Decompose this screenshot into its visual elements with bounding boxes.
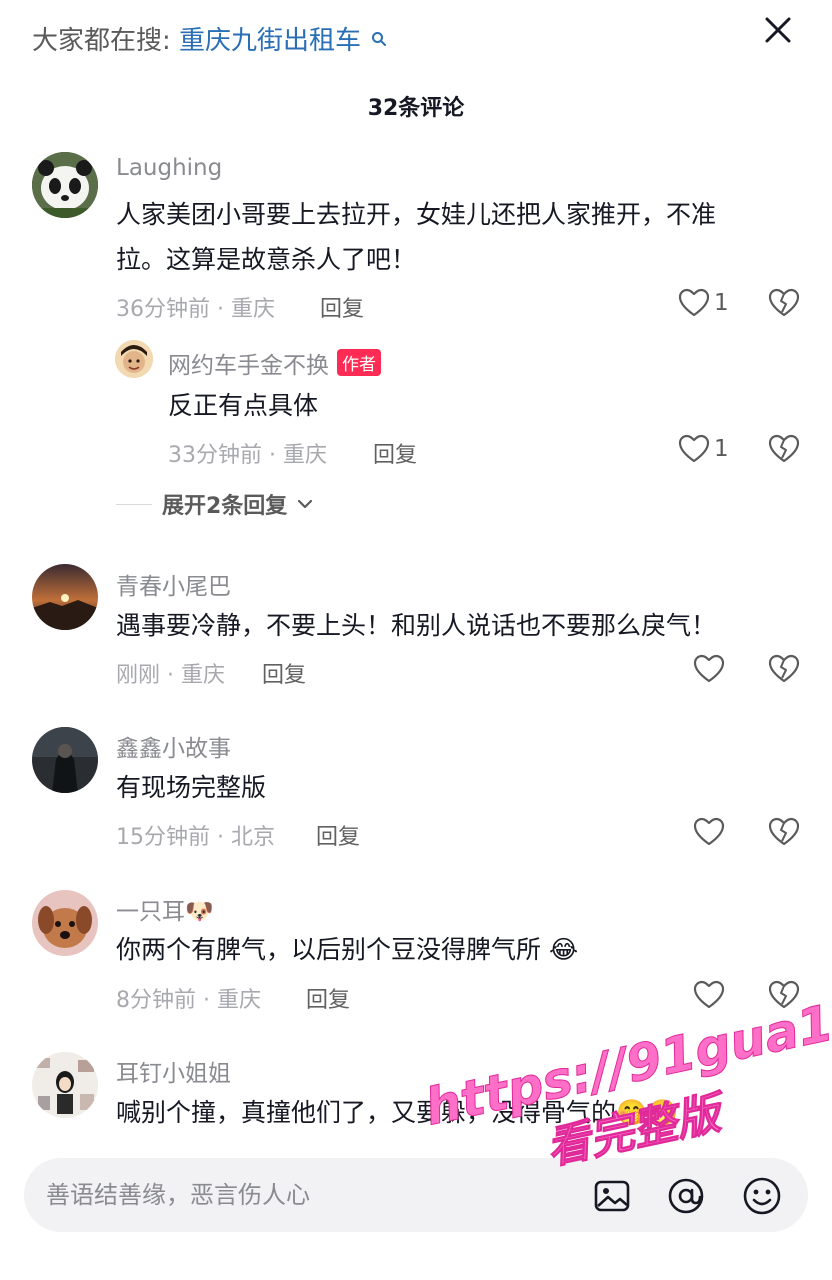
like-button[interactable]: 1 [678,434,729,464]
heart-icon [693,654,725,683]
comment-username[interactable]: 鑫鑫小故事 [116,729,231,763]
comment-text-body: 喊别个撞，真撞他们了，又要躲，没得骨气的 [116,1098,617,1127]
search-icon [371,24,387,54]
comment-meta: 刚刚 · 重庆 [116,663,225,688]
broken-heart-icon [768,817,800,846]
dislike-button[interactable] [768,434,800,468]
reply-username[interactable]: 网约车手金不换 作者 [168,346,381,380]
dislike-button[interactable] [768,288,800,322]
emoji-icon[interactable] [742,1176,782,1216]
reply-button[interactable]: 回复 [320,291,364,323]
dog-emoji: 🐶 [185,899,214,925]
comment-meta: 15分钟前 · 北京 [116,825,275,850]
heart-icon [693,980,725,1009]
comment-username[interactable]: Laughing [116,155,222,181]
comment-username[interactable]: 青春小尾巴 [116,567,231,601]
dislike-button[interactable] [768,817,800,851]
divider [116,503,152,505]
chevron-down-icon [298,499,313,509]
avatar[interactable] [32,152,98,218]
search-suggestion[interactable]: 大家都在搜: 重庆九街出租车 [32,20,387,57]
avatar[interactable] [32,1052,98,1118]
comment-username[interactable]: 一只耳🐶 [116,892,214,926]
broken-heart-icon [768,288,800,317]
reply-text: 反正有点具体 [168,391,319,420]
comment-input[interactable] [46,1174,566,1216]
expand-replies-label: 展开2条回复 [162,494,288,519]
dislike-button[interactable] [768,654,800,688]
comment-text: 拉。这算是故意杀人了吧！ [116,245,417,274]
comment-text: 喊别个撞，真撞他们了，又要躲，没得骨气的🤭🤭 [116,1090,678,1135]
comment-meta: 36分钟前 · 重庆 [116,297,275,322]
comment-text-body: 你两个有脾气，以后别个豆没得脾气所 [116,935,542,964]
avatar[interactable] [32,564,98,630]
search-suggestion-query[interactable]: 重庆九街出租车 [179,26,361,56]
heart-icon [693,817,725,846]
reply-username-text: 网约车手金不换 [168,353,329,379]
heart-icon [678,434,710,463]
comment-input-bar [24,1158,808,1232]
comment-text: 你两个有脾气，以后别个豆没得脾气所 😂 [116,927,578,972]
like-button[interactable] [693,654,725,684]
avatar[interactable] [32,727,98,793]
broken-heart-icon [768,980,800,1009]
dislike-button[interactable] [768,980,800,1014]
avatar[interactable] [115,340,153,378]
at-icon[interactable] [666,1176,706,1216]
comment-text: 人家美团小哥要上去拉开，女娃儿还把人家推开，不准 [116,200,717,229]
close-icon[interactable] [762,14,794,46]
reply-button[interactable]: 回复 [373,437,417,469]
comment-meta: 8分钟前 · 重庆 [116,988,261,1013]
comment-text: 有现场完整版 [116,773,267,802]
comment-count: 32条评论 [367,96,465,121]
heart-icon [678,288,710,317]
like-button[interactable] [693,980,725,1010]
search-suggestion-prefix: 大家都在搜: [32,26,171,56]
comment-username-text: 一只耳 [116,899,185,925]
like-count: 1 [714,290,729,316]
reply-meta: 33分钟前 · 重庆 [168,443,327,468]
author-badge: 作者 [337,349,381,376]
like-count: 1 [714,436,729,462]
image-icon[interactable] [592,1176,632,1216]
broken-heart-icon [768,654,800,683]
reply-button[interactable]: 回复 [316,819,360,851]
expand-replies-button[interactable]: 展开2条回复 [116,488,313,520]
reply-button[interactable]: 回复 [306,982,350,1014]
comment-text: 遇事要冷静，不要上头！和别人说话也不要那么戾气！ [116,611,717,640]
reply-button[interactable]: 回复 [262,657,306,689]
comment-username[interactable]: 耳钉小姐姐 [116,1054,231,1088]
like-button[interactable] [693,817,725,847]
hand-over-mouth-emoji: 🤭🤭 [616,1098,679,1127]
broken-heart-icon [768,434,800,463]
laughing-emoji: 😂 [548,935,579,964]
avatar[interactable] [32,890,98,956]
like-button[interactable]: 1 [678,288,729,318]
